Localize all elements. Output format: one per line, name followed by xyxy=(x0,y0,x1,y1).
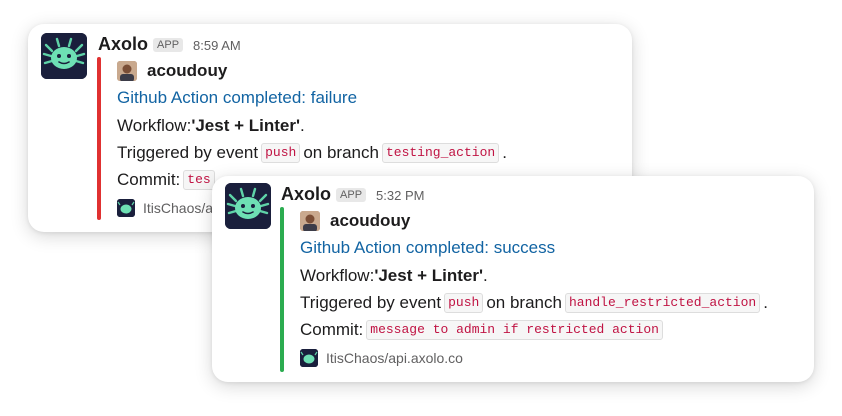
repo-logo-icon xyxy=(300,349,318,367)
branch-period: . xyxy=(763,293,768,312)
message-header: Axolo APP 5:32 PM xyxy=(281,184,424,205)
branch-label: on branch xyxy=(303,143,379,162)
event-code: push xyxy=(444,292,484,313)
author-name[interactable]: acoudouy xyxy=(330,211,410,231)
workflow-period: . xyxy=(300,116,305,135)
author-name[interactable]: acoudouy xyxy=(147,61,227,81)
repo-link[interactable]: ItisChaos/api.axolo.co xyxy=(326,350,463,366)
commit-code: message to admin if restricted action xyxy=(366,319,663,340)
message-body: acoudouy Github Action completed: succes… xyxy=(300,209,768,370)
workflow-name: 'Jest + Linter' xyxy=(374,266,484,285)
timestamp[interactable]: 5:32 PM xyxy=(376,188,424,203)
status-bar-success xyxy=(280,207,284,372)
branch-label: on branch xyxy=(486,293,562,312)
message-header: Axolo APP 8:59 AM xyxy=(98,34,241,55)
app-badge: APP xyxy=(153,38,184,52)
workflow-line: Workflow: 'Jest + Linter' . xyxy=(117,112,507,139)
commit-line: Commit: message to admin if restricted a… xyxy=(300,316,768,343)
repo-logo-icon xyxy=(117,199,135,217)
commit-code: tes xyxy=(183,169,215,190)
user-photo-icon[interactable] xyxy=(117,61,137,81)
trigger-label: Triggered by event xyxy=(117,143,259,162)
branch-code: handle_restricted_action xyxy=(564,292,761,313)
workflow-name: 'Jest + Linter' xyxy=(191,116,301,135)
status-bar-failure xyxy=(97,57,101,220)
axolo-logo-icon[interactable] xyxy=(225,183,271,229)
author-row: acoudouy xyxy=(117,59,507,83)
timestamp[interactable]: 8:59 AM xyxy=(193,38,241,53)
commit-label: Commit: xyxy=(300,320,364,339)
workflow-period: . xyxy=(483,266,488,285)
trigger-label: Triggered by event xyxy=(300,293,442,312)
branch-period: . xyxy=(502,143,507,162)
message-card-success: Axolo APP 5:32 PM acoudouy Github Action… xyxy=(212,176,814,382)
commit-label: Commit: xyxy=(117,170,181,189)
event-code: push xyxy=(261,142,301,163)
repo-link[interactable]: ItisChaos/a xyxy=(143,200,213,216)
action-title-link[interactable]: Github Action completed: success xyxy=(300,238,768,262)
branch-code: testing_action xyxy=(381,142,500,163)
workflow-line: Workflow: 'Jest + Linter' . xyxy=(300,262,768,289)
workflow-label: Workflow: xyxy=(300,266,375,285)
trigger-line: Triggered by event push on branch testin… xyxy=(117,139,507,166)
app-badge: APP xyxy=(336,188,367,202)
author-row: acoudouy xyxy=(300,209,768,233)
workflow-label: Workflow: xyxy=(117,116,192,135)
app-name[interactable]: Axolo xyxy=(98,34,148,55)
user-photo-icon[interactable] xyxy=(300,211,320,231)
app-name[interactable]: Axolo xyxy=(281,184,331,205)
repo-footer: ItisChaos/api.axolo.co xyxy=(300,346,768,370)
trigger-line: Triggered by event push on branch handle… xyxy=(300,289,768,316)
axolo-logo-icon[interactable] xyxy=(41,33,87,79)
action-title-link[interactable]: Github Action completed: failure xyxy=(117,88,507,112)
